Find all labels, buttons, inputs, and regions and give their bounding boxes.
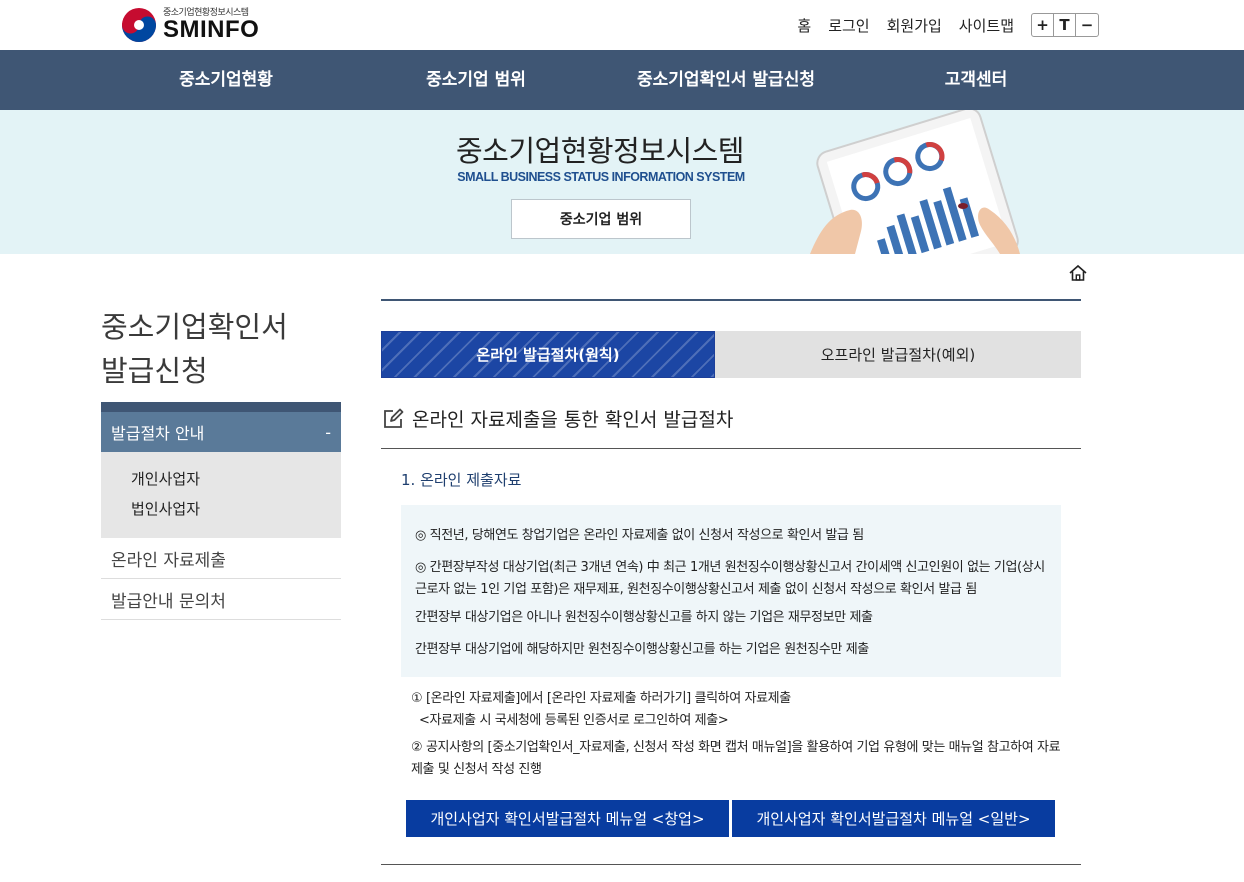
util-link-signup[interactable]: 회원가입 [887, 15, 942, 36]
sidebar-menu: 발급절차 안내 - 개인사업자 법인사업자 온라인 자료제출 발급안내 문의처 [101, 402, 341, 620]
hero-banner: 중소기업현황정보시스템 SMALL BUSINESS STATUS INFORM… [0, 110, 1244, 254]
content-top-divider [381, 299, 1081, 301]
notice-line: ◎ 간편장부작성 대상기업(최근 3개년 연속) 中 최근 1개년 원천징수이행… [415, 557, 1047, 601]
step-2: ② 공지사항의 [중소기업확인서_자료제출, 신청서 작성 화면 캡처 매뉴얼]… [411, 737, 1061, 781]
main-nav: 중소기업현황 중소기업 범위 중소기업확인서 발급신청 고객센터 [0, 50, 1244, 110]
taegeuk-logo-icon [121, 7, 157, 43]
utility-nav: 홈 로그인 회원가입 사이트맵 + T − [780, 13, 1099, 37]
step-2-line: 제출 및 신청서 작성 진행 [411, 762, 542, 777]
sidebar-title-line2: 발급신청 [101, 354, 208, 388]
font-increase-button[interactable]: + [1032, 14, 1054, 36]
banner-category-box: 중소기업 범위 [511, 199, 691, 239]
manual-startup-button[interactable]: 개인사업자 확인서발급절차 메뉴얼 <창업> [406, 800, 729, 837]
font-reset-button[interactable]: T [1054, 14, 1076, 36]
section-subtitle: 1. 온라인 제출자료 [401, 471, 522, 489]
section-divider [381, 448, 1081, 449]
tab-offline-procedure[interactable]: 오프라인 발급절차(예외) [715, 331, 1081, 378]
sidebar-item-inquiry[interactable]: 발급안내 문의처 [101, 579, 341, 620]
tablet-chart-illustration [810, 110, 1020, 254]
sidebar-subitem-corporate[interactable]: 법인사업자 [131, 496, 341, 526]
sidebar-item-label: 발급절차 안내 [111, 424, 205, 443]
font-size-controls: + T − [1031, 13, 1099, 37]
util-link-login[interactable]: 로그인 [828, 15, 869, 36]
step-2-line: ② 공지사항의 [중소기업확인서_자료제출, 신청서 작성 화면 캡처 매뉴얼]… [411, 740, 1061, 755]
notice-line: ◎ 직전년, 당해연도 창업기업은 온라인 자료제출 없이 신청서 작성으로 확… [415, 528, 864, 543]
notice-line-part: 근로자 없는 1인 기업 포함)은 재무제표, 원천징수이행상황신고서 제출 없… [415, 582, 977, 597]
content-bottom-divider [381, 864, 1081, 865]
edit-icon [384, 408, 404, 428]
sidebar-submenu: 개인사업자 법인사업자 [101, 452, 341, 538]
util-link-home[interactable]: 홈 [797, 15, 811, 36]
collapse-toggle-icon[interactable]: - [325, 423, 331, 442]
nav-customer-center[interactable]: 고객센터 [945, 50, 1008, 110]
step-1: ① [온라인 자료제출]에서 [온라인 자료제출 하러가기] 클릭하여 자료제출 [411, 691, 791, 706]
nav-sme-scope[interactable]: 중소기업 범위 [426, 50, 526, 110]
sidebar-title: 중소기업확인서 발급신청 [101, 305, 288, 393]
util-link-sitemap[interactable]: 사이트맵 [959, 15, 1014, 36]
sidebar-item-issue-guide[interactable]: 발급절차 안내 - [101, 412, 341, 452]
home-icon[interactable] [1068, 263, 1088, 283]
site-logo[interactable]: 중소기업현황정보시스템 SMINFO [121, 6, 259, 44]
procedure-steps: ① [온라인 자료제출]에서 [온라인 자료제출 하러가기] 클릭하여 자료제출… [411, 688, 1061, 781]
notice-line: 간편장부 대상기업에 해당하지만 원천징수이행상황신고를 하는 기업은 원천징수… [415, 642, 869, 657]
logo-title: SMINFO [163, 15, 260, 43]
nav-certificate-apply[interactable]: 중소기업확인서 발급신청 [637, 50, 815, 110]
font-decrease-button[interactable]: − [1076, 14, 1098, 36]
notice-line-part: ◎ 간편장부작성 대상기업(최근 3개년 연속) 中 최근 1개년 원천징수이행… [415, 560, 1045, 575]
step-1-note: <자료제출 시 국세청에 등록된 인증서로 로그인하여 제출> [419, 713, 729, 728]
sidebar-title-line1: 중소기업확인서 [101, 310, 288, 344]
section-heading: 온라인 자료제출을 통한 확인서 발급절차 [381, 405, 733, 432]
notice-box: ◎ 직전년, 당해연도 창업기업은 온라인 자료제출 없이 신청서 작성으로 확… [401, 505, 1061, 677]
sidebar-top-bar [101, 402, 341, 412]
sidebar-subitem-individual[interactable]: 개인사업자 [131, 466, 341, 496]
nav-sme-status[interactable]: 중소기업현황 [179, 50, 273, 110]
section-title: 온라인 자료제출을 통한 확인서 발급절차 [412, 409, 734, 431]
manual-general-button[interactable]: 개인사업자 확인서발급절차 메뉴얼 <일반> [732, 800, 1055, 837]
sidebar-item-online-submit[interactable]: 온라인 자료제출 [101, 538, 341, 579]
tab-online-procedure[interactable]: 온라인 발급절차(원칙) [381, 331, 715, 378]
notice-line: 간편장부 대상기업은 아니나 원천징수이행상황신고를 하지 않는 기업은 재무정… [415, 610, 873, 625]
top-bar: 중소기업현황정보시스템 SMINFO 홈 로그인 회원가입 사이트맵 + T − [0, 0, 1244, 50]
